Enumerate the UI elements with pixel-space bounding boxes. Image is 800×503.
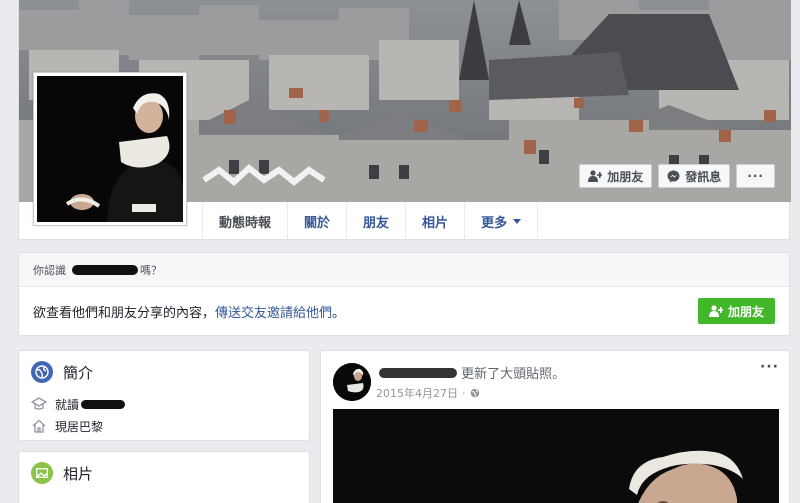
intro-title: 簡介 [19, 351, 309, 393]
profile-tabs: 動態時報 關於 朋友 相片 更多 [202, 202, 539, 240]
photo-icon [31, 462, 53, 484]
add-friend-button[interactable]: 加朋友 [579, 164, 653, 188]
intro-title-text: 簡介 [63, 363, 94, 382]
post-image[interactable] [333, 409, 779, 503]
public-globe-icon[interactable] [470, 388, 480, 398]
timeline-post: 更新了大頭貼照。 2015年4月27日 · ··· [320, 350, 790, 503]
messenger-icon [667, 170, 680, 182]
graduation-cap-icon [31, 397, 47, 410]
tab-photos[interactable]: 相片 [405, 202, 464, 240]
do-you-know-text: 欲查看他們和朋友分享的內容，傳送交友邀請給他們。 [33, 302, 345, 321]
post-date[interactable]: 2015年4月27日 [376, 385, 458, 401]
more-options-button[interactable]: ··· [736, 164, 775, 188]
redacted-school [81, 399, 126, 409]
tab-timeline[interactable]: 動態時報 [202, 202, 287, 240]
do-you-know-card: 你認識 嗎？ 欲查看他們和朋友分享的內容，傳送交友邀請給他們。 加朋友 [18, 252, 790, 336]
add-friend-button-green[interactable]: 加朋友 [697, 298, 775, 324]
tab-friends[interactable]: 朋友 [346, 202, 405, 240]
post-action-text: 更新了大頭貼照。 [461, 367, 566, 382]
tab-photos-label: 相片 [422, 215, 449, 231]
post-author-avatar[interactable] [333, 363, 371, 401]
post-header: 更新了大頭貼照。 [379, 363, 565, 382]
do-you-know-body: 欲查看他們和朋友分享的內容，傳送交友邀請給他們。 加朋友 [19, 287, 789, 335]
photos-title-text[interactable]: 相片 [63, 463, 93, 484]
education-prefix: 就讀 [55, 397, 80, 412]
do-you-know-prefix: 你認識 [33, 263, 66, 277]
meta-separator: · [462, 386, 466, 400]
tab-timeline-label: 動態時報 [219, 215, 272, 231]
do-you-know-message: 欲查看他們和朋友分享的內容， [33, 305, 216, 321]
home-icon [32, 419, 46, 433]
redacted-name [72, 264, 138, 275]
message-button[interactable]: 發訊息 [658, 164, 731, 188]
add-friend-icon [708, 305, 723, 317]
intro-location: 現居巴黎 [19, 415, 309, 437]
post-options-button[interactable]: ··· [760, 359, 779, 375]
do-you-know-header: 你認識 嗎？ [19, 253, 789, 287]
cover-actions: 加朋友 發訊息 ··· [579, 164, 775, 188]
profile-header: 加朋友 發訊息 ··· 動態時報 關於 朋友 相片 更多 [18, 0, 791, 240]
profile-picture[interactable] [33, 72, 187, 226]
tab-friends-label: 朋友 [363, 215, 390, 231]
lives-in-text: 現居巴黎 [55, 419, 104, 434]
chevron-down-icon [513, 218, 522, 224]
message-label: 發訊息 [685, 169, 722, 184]
tab-more-label: 更多 [481, 215, 508, 231]
redacted-author [379, 368, 457, 378]
photos-title: 相片 [19, 452, 309, 494]
intro-education: 就讀 [19, 393, 309, 415]
more-options-icon: ··· [747, 169, 764, 183]
do-you-know-suffix: 嗎？ [140, 263, 162, 277]
do-you-know-period: 。 [332, 305, 346, 321]
tab-about-label: 關於 [304, 215, 331, 231]
photos-card: 相片 [18, 451, 310, 503]
add-friend-icon [588, 170, 603, 182]
post-meta: 2015年4月27日 · [376, 385, 480, 401]
send-friend-request-link[interactable]: 傳送交友邀請給他們 [215, 306, 332, 321]
tab-about[interactable]: 關於 [287, 202, 346, 240]
intro-card: 簡介 就讀 現居巴黎 [18, 350, 310, 441]
add-friend-green-label: 加朋友 [727, 304, 764, 319]
tab-more[interactable]: 更多 [464, 202, 539, 240]
globe-icon [31, 361, 53, 383]
add-friend-label: 加朋友 [607, 169, 644, 184]
